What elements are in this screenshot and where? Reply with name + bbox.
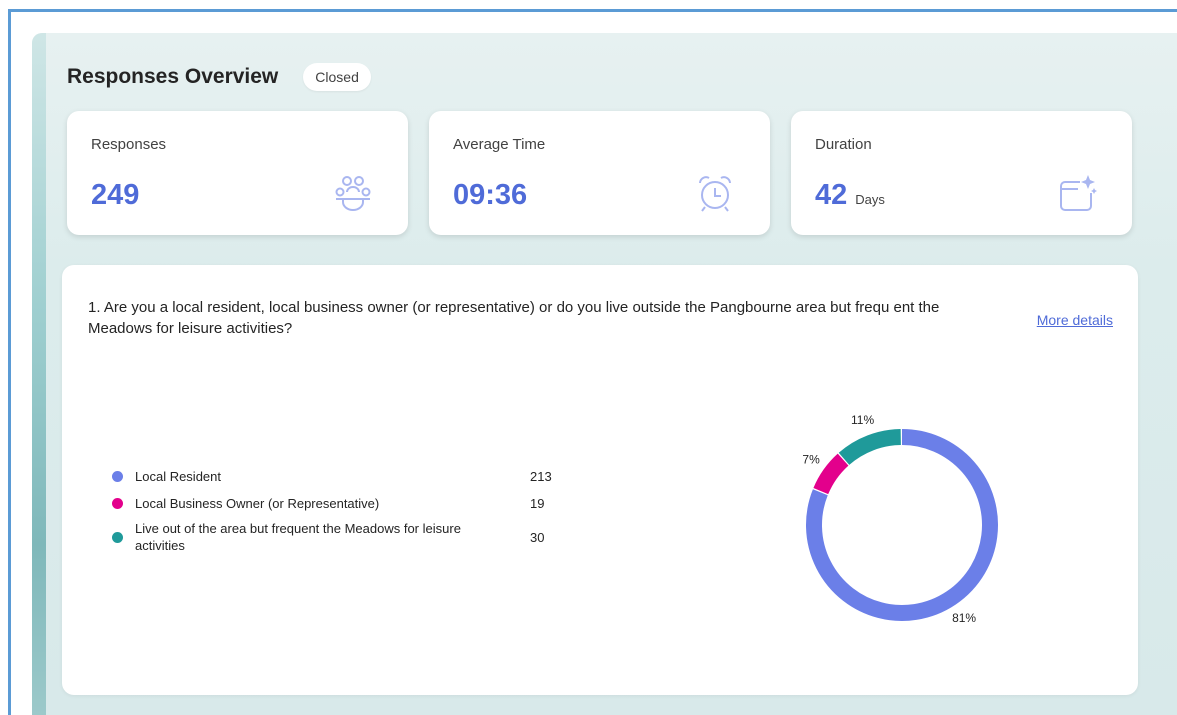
page-title: Responses Overview bbox=[67, 65, 279, 88]
alarm-clock-icon bbox=[699, 176, 731, 212]
donut-chart: 81% 7% 11% bbox=[802, 413, 998, 625]
responses-label: Responses bbox=[91, 136, 167, 153]
responses-card: Responses 249 bbox=[67, 111, 408, 235]
legend-count: 19 bbox=[530, 496, 545, 511]
question-text: 1. Are you a local resident, local busin… bbox=[88, 299, 940, 337]
average-time-card: Average Time 09:36 bbox=[429, 111, 770, 235]
duration-number: 42 bbox=[815, 179, 848, 211]
average-time-value: 09:36 bbox=[453, 179, 528, 211]
slice-percent-label: 11% bbox=[851, 413, 874, 427]
legend-label: Live out of the area but frequent the Me… bbox=[135, 521, 461, 553]
legend-label: Local Resident bbox=[135, 469, 221, 484]
legend-dot bbox=[112, 498, 123, 509]
responses-value: 249 bbox=[91, 179, 140, 211]
legend-count: 30 bbox=[530, 529, 545, 545]
duration-label: Duration bbox=[815, 136, 872, 153]
average-time-label: Average Time bbox=[453, 136, 546, 153]
legend-count: 213 bbox=[530, 469, 552, 484]
duration-value: 42 Days bbox=[815, 179, 885, 212]
legend-item-business-owner: Local Business Owner (or Representative)… bbox=[112, 495, 544, 512]
duration-card: Duration 42 Days bbox=[791, 111, 1132, 235]
people-group-icon bbox=[335, 176, 371, 211]
donut-slice bbox=[813, 453, 849, 495]
status-badge: Closed bbox=[303, 63, 371, 91]
question-card: 1. Are you a local resident, local busin… bbox=[62, 265, 1138, 695]
slice-percent-label: 81% bbox=[952, 611, 976, 625]
calendar-sparkle-icon bbox=[1060, 175, 1097, 211]
more-details-link[interactable]: More details bbox=[1037, 312, 1113, 328]
header: Responses Overview Closed bbox=[67, 63, 371, 91]
slice-percent-label: 7% bbox=[802, 453, 820, 467]
legend-item-local-resident: Local Resident 213 bbox=[112, 468, 552, 485]
duration-unit: Days bbox=[855, 192, 885, 207]
legend-dot bbox=[112, 531, 123, 543]
legend-label: Local Business Owner (or Representative) bbox=[135, 496, 380, 511]
donut-slice bbox=[838, 429, 902, 466]
legend-item-outside-area: Live out of the area but frequent the Me… bbox=[112, 520, 544, 554]
legend-dot bbox=[112, 471, 123, 482]
